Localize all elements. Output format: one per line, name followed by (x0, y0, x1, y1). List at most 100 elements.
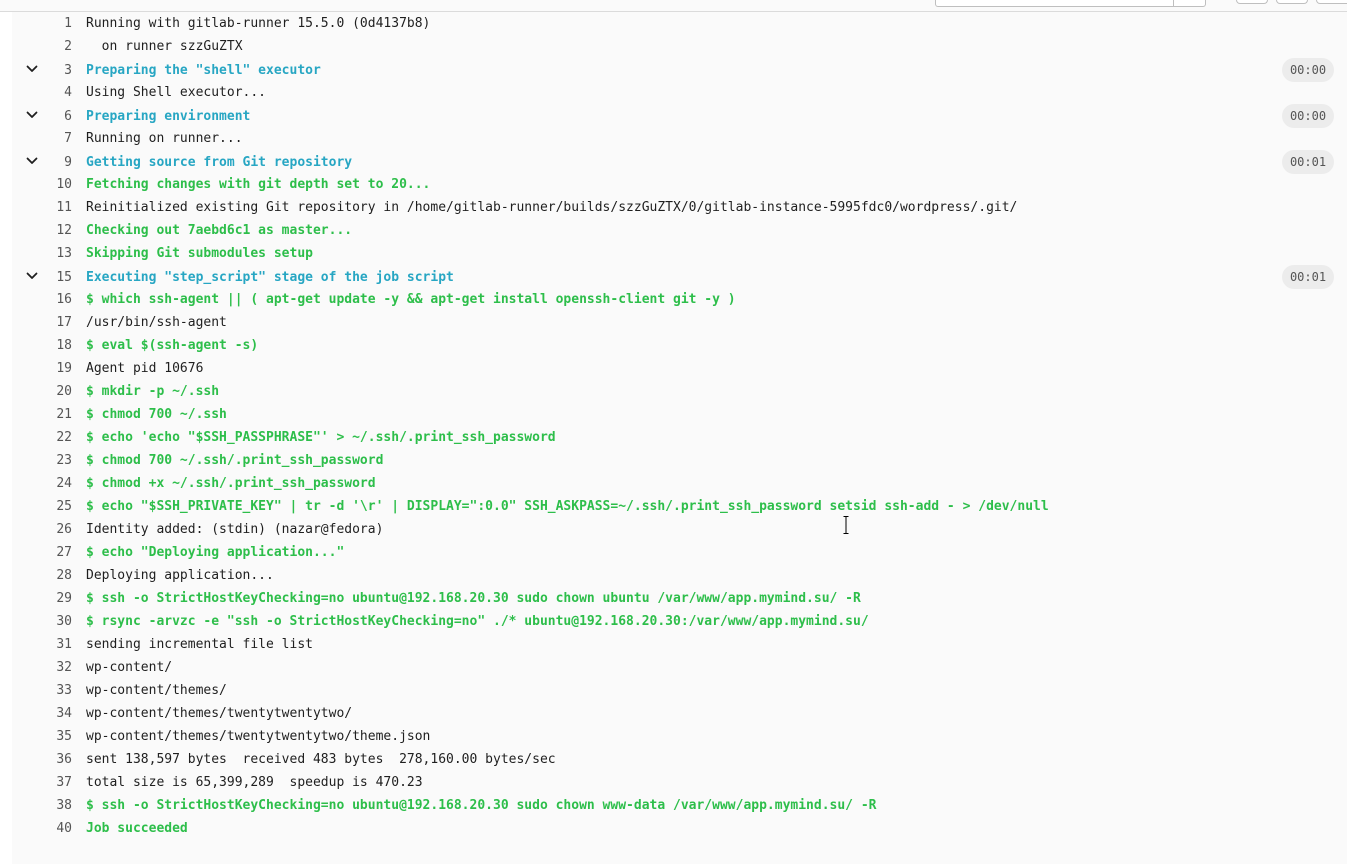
log-line: 2 on runner szzGuZTX (12, 35, 1347, 58)
log-line: 24 $ chmod +x ~/.ssh/.print_ssh_password (12, 472, 1347, 495)
search-button[interactable] (1173, 0, 1206, 7)
log-command-text: $ echo "$SSH_PRIVATE_KEY" | tr -d '\r' |… (86, 499, 1049, 514)
line-number[interactable]: 21 (12, 403, 72, 426)
line-number[interactable]: 31 (12, 633, 72, 656)
log-command-text: $ mkdir -p ~/.ssh (86, 384, 220, 399)
line-number[interactable]: 27 (12, 541, 72, 564)
line-number[interactable]: 30 (12, 610, 72, 633)
fullscreen-button[interactable] (1316, 0, 1347, 4)
section-duration-badge: 00:01 (1282, 150, 1334, 174)
log-line: 1 Running with gitlab-runner 15.5.0 (0d41… (12, 12, 1347, 35)
log-line: 37 total size is 65,399,289 speedup is 47… (12, 771, 1347, 794)
job-toolbar (0, 0, 1347, 12)
log-line: 25 $ echo "$SSH_PRIVATE_KEY" | tr -d '\r'… (12, 495, 1347, 518)
line-number[interactable]: 36 (12, 748, 72, 771)
log-line: 36 sent 138,597 bytes received 483 bytes … (12, 748, 1347, 771)
log-command-text: Checking out 7aebd6c1 as master... (86, 223, 353, 238)
log-line: 16 $ which ssh-agent || ( apt-get update … (12, 288, 1347, 311)
section-duration-badge: 00:01 (1282, 265, 1334, 289)
log-command-text: $ chmod +x ~/.ssh/.print_ssh_password (86, 476, 376, 491)
line-number[interactable]: 22 (12, 426, 72, 449)
log-line: 13 Skipping Git submodules setup (12, 242, 1347, 265)
log-line: 12 Checking out 7aebd6c1 as master... (12, 219, 1347, 242)
log-line: 17/usr/bin/ssh-agent (12, 311, 1347, 334)
log-output-text: wp-content/themes/twentytwentytwo/ (86, 706, 353, 721)
log-command-text: $ rsync -arvzc -e "ssh -o StrictHostKeyC… (86, 614, 869, 629)
line-number[interactable]: 2 (12, 35, 72, 58)
scroll-to-top-button[interactable] (1236, 0, 1268, 4)
line-number[interactable]: 11 (12, 196, 72, 219)
line-number[interactable]: 13 (12, 242, 72, 265)
log-output-text: sending incremental file list (86, 637, 313, 652)
search-input[interactable] (935, 0, 1175, 7)
line-number[interactable]: 38 (12, 794, 72, 817)
job-log: 1 Running with gitlab-runner 15.5.0 (0d41… (12, 12, 1347, 864)
log-output-text: total size is 65,399,289 speedup is 470.… (86, 775, 423, 790)
log-output-text: Reinitialized existing Git repository in… (86, 200, 1018, 215)
log-output-text: Running on runner... (86, 131, 243, 146)
line-number[interactable]: 28 (12, 564, 72, 587)
log-line: 32 wp-content/ (12, 656, 1347, 679)
log-line: 18 $ eval $(ssh-agent -s) (12, 334, 1347, 357)
log-line: 33 wp-content/themes/ (12, 679, 1347, 702)
log-output-text: Agent pid 10676 (86, 361, 204, 376)
log-line: 19 Agent pid 10676 (12, 357, 1347, 380)
log-command-text: $ echo "Deploying application..." (86, 545, 345, 560)
log-command-text: Fetching changes with git depth set to 2… (86, 177, 431, 192)
log-line: 35 wp-content/themes/twentytwentytwo/them… (12, 725, 1347, 748)
log-line: 31 sending incremental file list (12, 633, 1347, 656)
line-number[interactable]: 37 (12, 771, 72, 794)
line-number[interactable]: 33 (12, 679, 72, 702)
log-output-text: on runner szzGuZTX (86, 39, 243, 54)
log-output-text: sent 138,597 bytes received 483 bytes 27… (86, 752, 556, 767)
line-number[interactable]: 20 (12, 380, 72, 403)
line-number[interactable]: 4 (12, 81, 72, 104)
line-number[interactable]: 29 (12, 587, 72, 610)
line-number[interactable]: 12 (12, 219, 72, 242)
log-output-text: wp-content/themes/twentytwentytwo/theme.… (86, 729, 431, 744)
line-number[interactable]: 18 (12, 334, 72, 357)
line-number[interactable]: 34 (12, 702, 72, 725)
line-number[interactable]: 24 (12, 472, 72, 495)
text-cursor-icon (843, 516, 849, 534)
line-number[interactable]: 7 (12, 127, 72, 150)
line-number[interactable]: 40 (12, 817, 72, 840)
log-command-text: $ echo 'echo "$SSH_PASSPHRASE"' > ~/.ssh… (86, 430, 556, 445)
log-line: 11 Reinitialized existing Git repository … (12, 196, 1347, 219)
log-line: 40 Job succeeded (12, 817, 1347, 840)
log-line: 27 $ echo "Deploying application..." (12, 541, 1347, 564)
section-duration-badge: 00:00 (1282, 104, 1334, 128)
log-output-text: Deploying application... (86, 568, 274, 583)
log-line: 34 wp-content/themes/twentytwentytwo/ (12, 702, 1347, 725)
log-line: 38 $ ssh -o StrictHostKeyChecking=no ubun… (12, 794, 1347, 817)
log-line: 10 Fetching changes with git depth set to… (12, 173, 1347, 196)
log-line: 20 $ mkdir -p ~/.ssh (12, 380, 1347, 403)
line-number[interactable]: 32 (12, 656, 72, 679)
line-number[interactable]: 16 (12, 288, 72, 311)
log-line: 28 Deploying application... (12, 564, 1347, 587)
log-line: 26 Identity added: (stdin) (nazar@fedora) (12, 518, 1347, 541)
line-number[interactable]: 35 (12, 725, 72, 748)
line-number[interactable]: 19 (12, 357, 72, 380)
line-number[interactable]: 1 (12, 12, 72, 35)
log-output-text: Identity added: (stdin) (nazar@fedora) (86, 522, 384, 537)
line-number[interactable]: 10 (12, 173, 72, 196)
log-output-text: wp-content/ (86, 660, 173, 675)
log-output-text: wp-content/themes/ (86, 683, 227, 698)
scroll-to-bottom-button[interactable] (1276, 0, 1308, 4)
log-command-text: $ chmod 700 ~/.ssh (86, 407, 227, 422)
line-number[interactable]: 25 (12, 495, 72, 518)
line-number[interactable]: 23 (12, 449, 72, 472)
section-duration-badge: 00:00 (1282, 58, 1334, 82)
log-line: 30 $ rsync -arvzc -e "ssh -o StrictHostKe… (12, 610, 1347, 633)
log-line: 7 Running on runner... (12, 127, 1347, 150)
log-command-text: $ ssh -o StrictHostKeyChecking=no ubuntu… (86, 591, 861, 606)
log-command-text: Job succeeded (86, 821, 188, 836)
log-command-text: $ which ssh-agent || ( apt-get update -y… (86, 292, 736, 307)
line-number[interactable]: 26 (12, 518, 72, 541)
log-line: 21 $ chmod 700 ~/.ssh (12, 403, 1347, 426)
line-number[interactable]: 17 (12, 311, 72, 334)
log-line: 22 $ echo 'echo "$SSH_PASSPHRASE"' > ~/.s… (12, 426, 1347, 449)
log-output-text: /usr/bin/ssh-agent (86, 315, 227, 330)
log-command-text: $ eval $(ssh-agent -s) (86, 338, 259, 353)
